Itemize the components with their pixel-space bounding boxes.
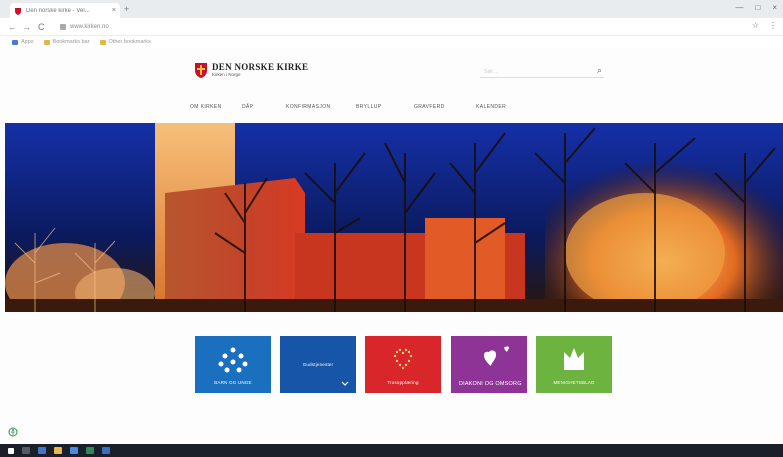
chrome-icon[interactable] (86, 447, 94, 454)
church-night-photo (5, 123, 783, 312)
windows-start-icon[interactable] (8, 447, 14, 454)
site-logo[interactable]: DEN NORSKE KIRKE Kirken i Norge (194, 62, 308, 78)
nav-item-konfirmasjon[interactable]: Konfirmasjon (286, 104, 356, 110)
os-taskbar (0, 444, 783, 457)
folder-icon (99, 39, 106, 45)
maximize-button[interactable]: □ (755, 3, 760, 12)
menu-icon[interactable]: ⋮ (769, 21, 777, 30)
browser-toolbar: ← → C www.kirken.no ☆ ⋮ (0, 18, 783, 36)
bookmark-item[interactable]: Other bookmarks (99, 39, 151, 45)
favicon-icon (15, 7, 21, 15)
tile-gudstjenester[interactable]: Gudstjenester (280, 336, 356, 393)
tile-menighetsblad[interactable]: Menighetsblad (536, 336, 612, 393)
edge-icon[interactable] (70, 447, 78, 454)
folder-icon (43, 39, 50, 45)
bookmark-star-icon[interactable]: ☆ (752, 21, 759, 30)
lock-icon (60, 24, 66, 30)
search-placeholder: Søk ... (484, 69, 499, 75)
hero-image (5, 123, 783, 312)
nav-item-dap[interactable]: Dåp (242, 104, 286, 110)
minimize-button[interactable]: — (735, 3, 743, 12)
nav-item-kalender[interactable]: Kalender (476, 104, 526, 110)
task-view-icon[interactable] (38, 447, 46, 454)
address-bar[interactable]: www.kirken.no (60, 21, 730, 33)
search-icon[interactable]: ⌕ (597, 65, 602, 76)
window-controls: — □ × (735, 3, 777, 12)
new-tab-button[interactable]: + (124, 4, 129, 14)
search-taskbar-icon[interactable] (22, 447, 30, 454)
site-search-input[interactable]: Søk ... ⌕ (480, 65, 604, 78)
reload-button[interactable]: C (38, 21, 45, 33)
chevron-down-icon (341, 381, 349, 386)
tile-label: Menighetsblad (553, 380, 595, 385)
church-cross-logo-icon (195, 63, 207, 78)
back-button[interactable]: ← (8, 21, 17, 33)
browser-window: Den norske kirke - Vel... × + — □ × ← → … (0, 0, 783, 457)
tab-title: Den norske kirke - Vel... (26, 7, 90, 14)
nav-item-om-kirken[interactable]: Om kirken (190, 104, 242, 110)
tile-barn-og-unge[interactable]: Barn og unge (195, 336, 271, 393)
explorer-icon[interactable] (54, 447, 62, 454)
tile-trosopplaering[interactable]: Trosopplæring (365, 336, 441, 393)
tile-diakoni-og-omsorg[interactable]: Diakoni og omsorg (451, 336, 527, 393)
tile-label: Trosopplæring (387, 380, 419, 385)
browser-tab[interactable]: Den norske kirke - Vel... × (10, 3, 120, 18)
apps-icon (12, 39, 18, 45)
bookmark-item[interactable]: Apps (12, 39, 34, 45)
url-text: www.kirken.no (70, 24, 109, 30)
bookmarks-bar: Apps Bookmarks bar Other bookmarks (0, 36, 783, 48)
tile-label: Diakoni og omsorg (459, 380, 522, 387)
accessibility-icon[interactable] (8, 427, 18, 437)
toolbar-actions: ☆ ⋮ (752, 21, 777, 30)
tab-strip: Den norske kirke - Vel... × + — □ × (0, 0, 783, 18)
nav-item-bryllup[interactable]: Bryllup (356, 104, 414, 110)
tile-label: Barn og unge (214, 380, 252, 385)
logo-tagline: Kirken i Norge (212, 71, 241, 77)
bookmark-item[interactable]: Bookmarks bar (43, 39, 90, 45)
tab-close-icon[interactable]: × (112, 7, 116, 14)
close-window-button[interactable]: × (772, 3, 777, 12)
nav-item-gravferd[interactable]: Gravferd (414, 104, 476, 110)
outlook-icon[interactable] (102, 447, 110, 454)
forward-button[interactable]: → (22, 21, 31, 33)
logo-name: DEN NORSKE KIRKE (212, 61, 309, 72)
main-nav: Om kirken Dåp Konfirmasjon Bryllup Gravf… (190, 104, 526, 110)
